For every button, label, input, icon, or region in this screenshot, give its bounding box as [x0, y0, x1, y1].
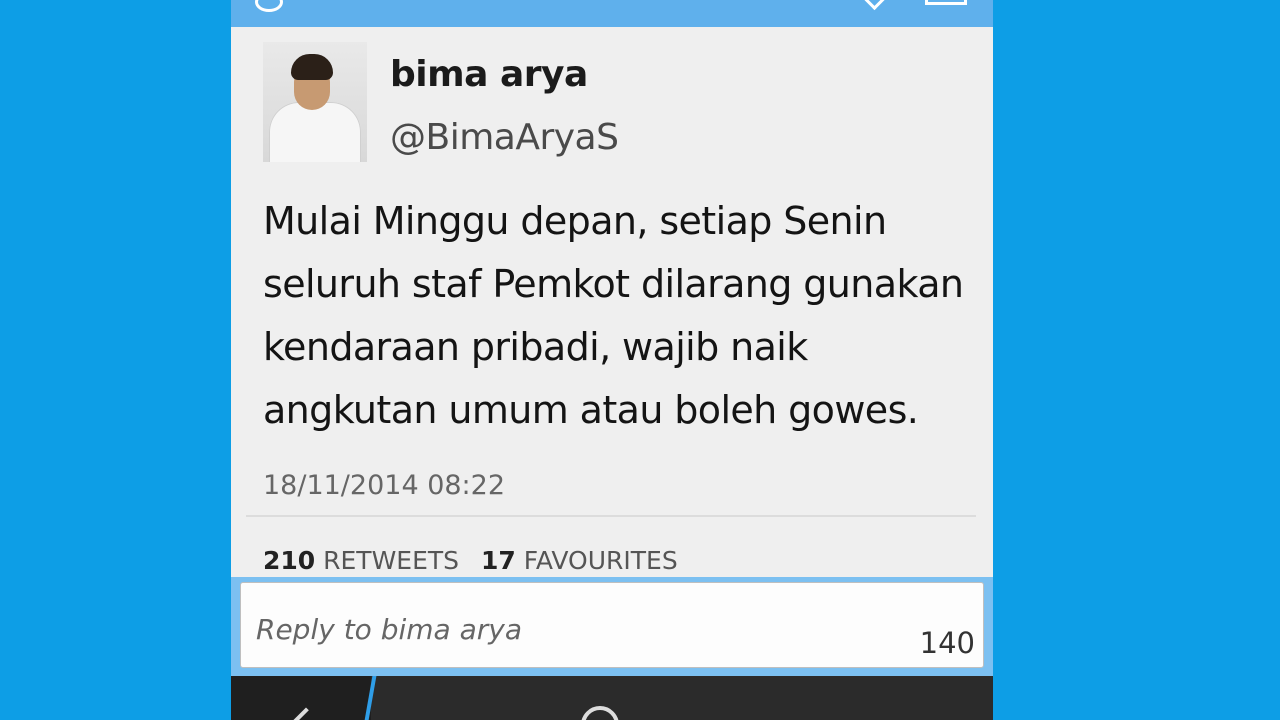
retweets-stat[interactable]: 210 RETWEETS — [263, 546, 459, 575]
retweets-count: 210 — [263, 546, 316, 575]
divider — [246, 515, 976, 517]
author-name[interactable]: bima arya — [390, 54, 588, 95]
tweet-timestamp: 18/11/2014 08:22 — [263, 470, 506, 501]
bottom-navigation-bar — [231, 676, 993, 720]
tweet-text: Mulai Minggu depan, setiap Senin seluruh… — [263, 199, 964, 432]
reply-box[interactable]: 140 — [240, 582, 984, 668]
favourites-stat[interactable]: 17 FAVOURITES — [481, 546, 678, 575]
character-counter: 140 — [919, 626, 975, 660]
back-button[interactable] — [231, 676, 371, 720]
favourites-count: 17 — [481, 546, 516, 575]
retweets-label: RETWEETS — [323, 546, 460, 575]
avatar-shirt — [269, 102, 361, 162]
compose-icon[interactable] — [581, 706, 619, 720]
twitter-app-window: bima arya @BimaAryaS Mulai Minggu depan,… — [231, 0, 993, 720]
tweet-stats: 210 RETWEETS 17 FAVOURITES — [263, 546, 678, 575]
reply-bar: 140 — [231, 577, 993, 676]
chevron-down-icon[interactable] — [863, 0, 886, 11]
avatar[interactable] — [263, 42, 367, 162]
back-icon — [290, 707, 322, 720]
avatar-hair — [291, 54, 333, 80]
menu-icon[interactable] — [925, 0, 967, 5]
app-icon[interactable] — [255, 0, 283, 12]
favourites-label: FAVOURITES — [523, 546, 678, 575]
action-bar — [231, 0, 993, 27]
author-handle[interactable]: @BimaAryaS — [390, 117, 619, 158]
reply-input[interactable] — [256, 613, 856, 646]
tweet-detail: bima arya @BimaAryaS Mulai Minggu depan,… — [231, 27, 993, 577]
